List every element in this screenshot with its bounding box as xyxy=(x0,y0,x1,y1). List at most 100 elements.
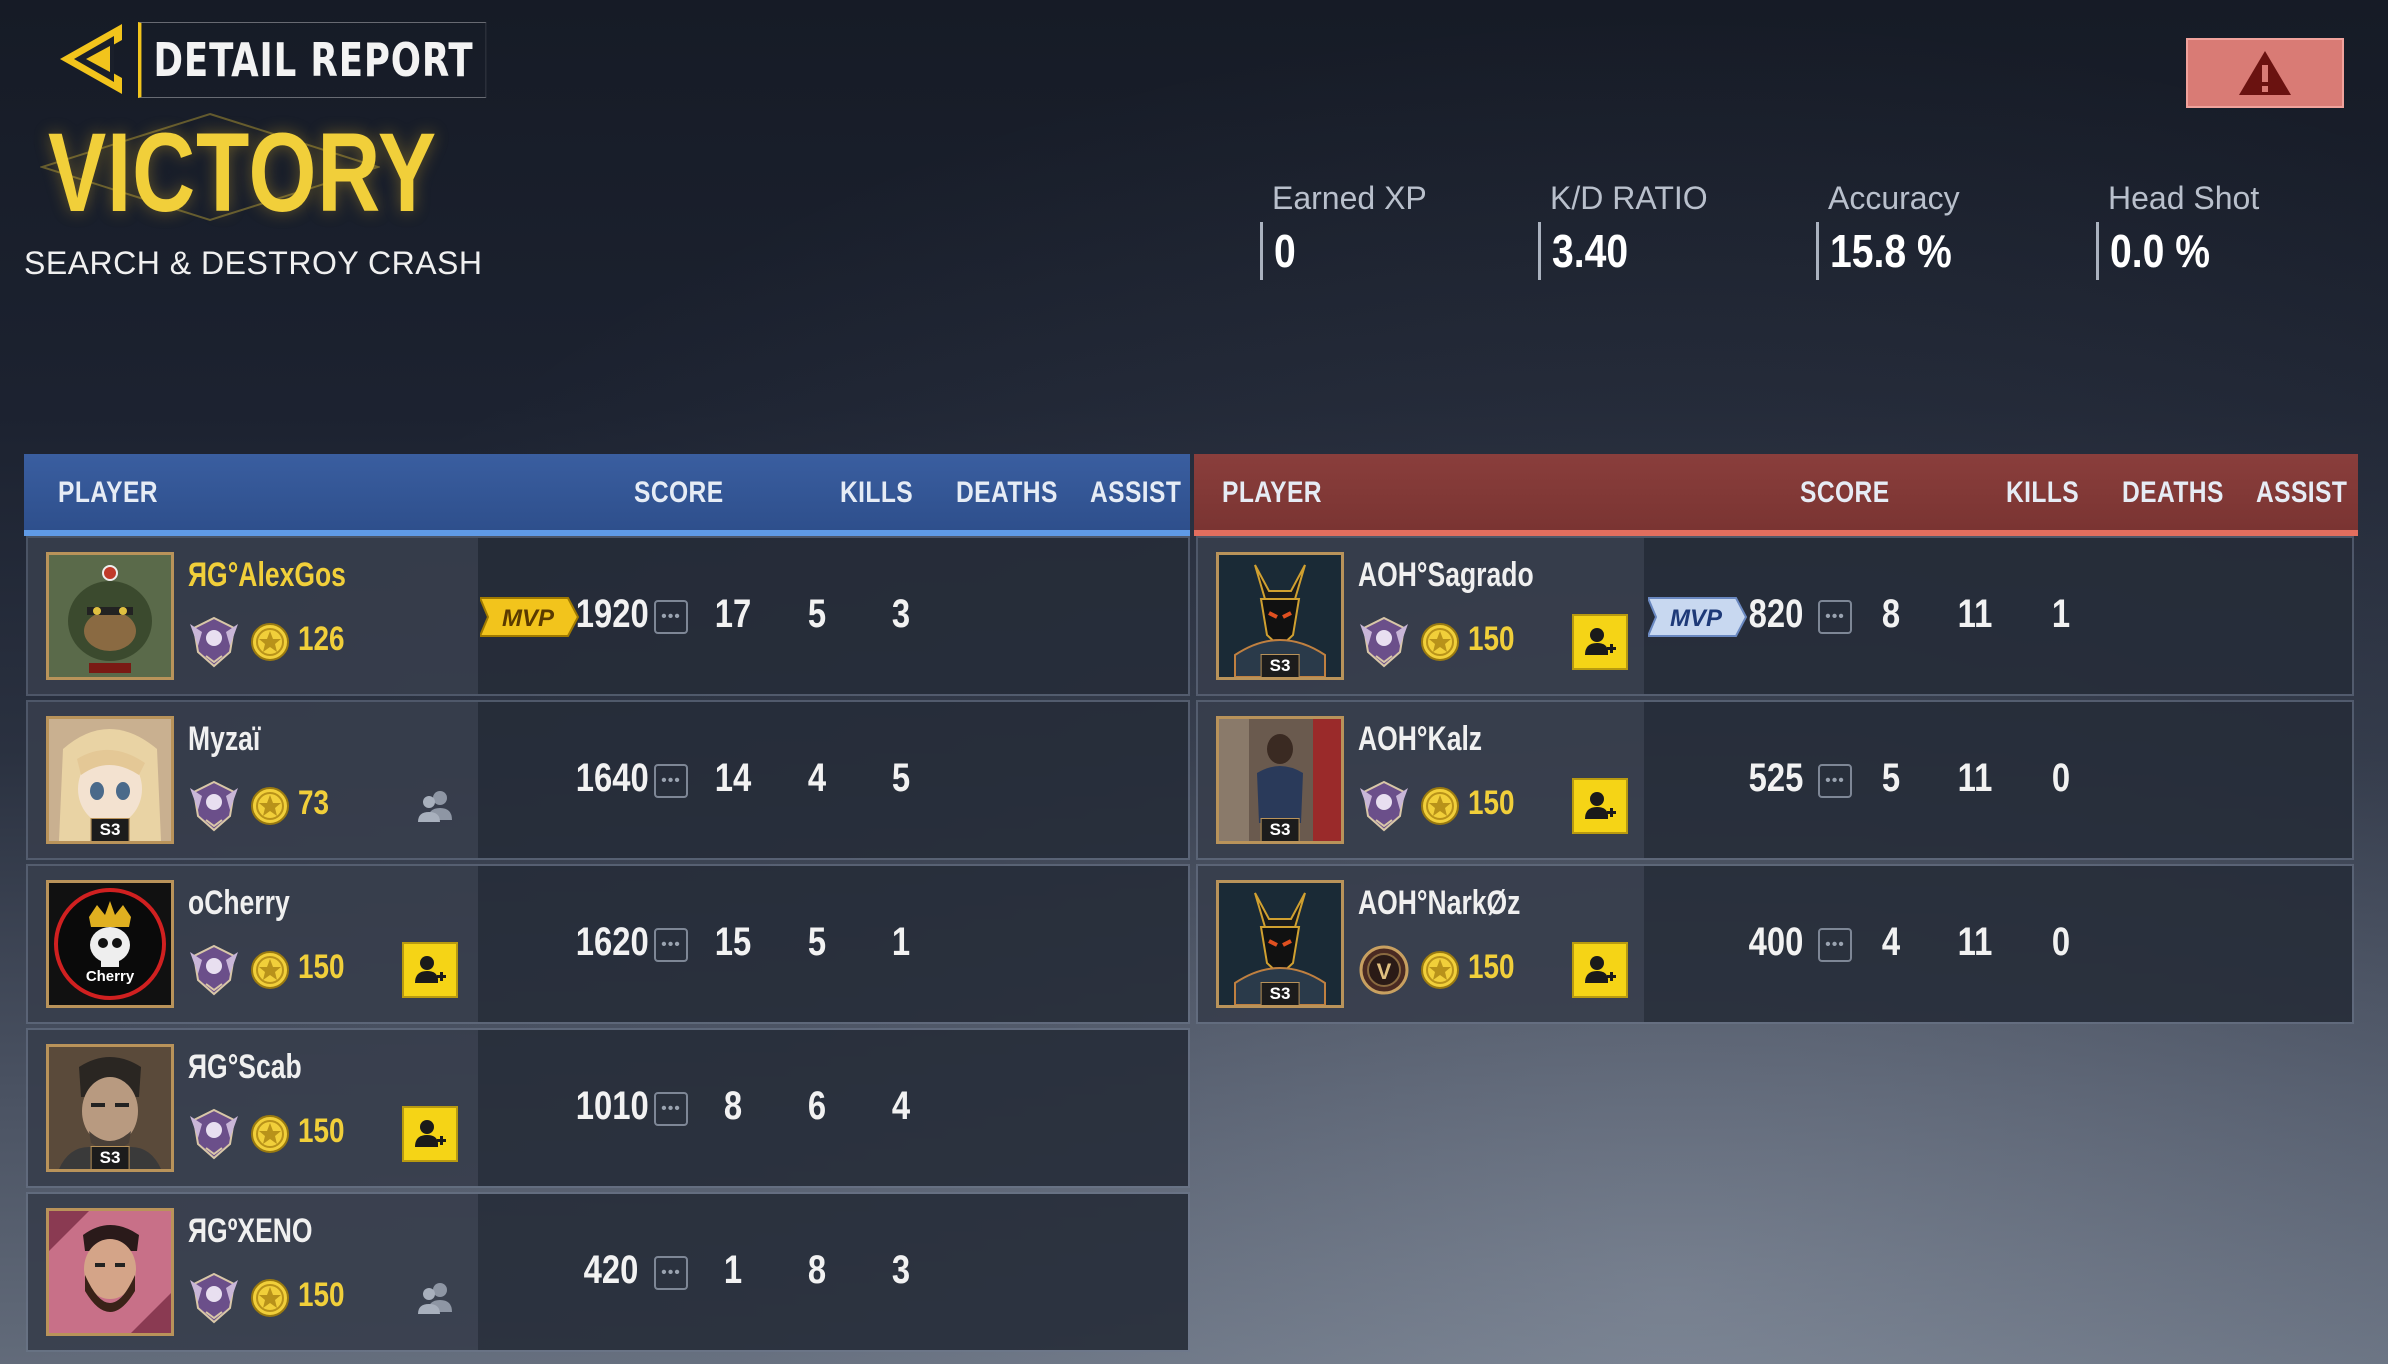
player-score: 420 xyxy=(583,1248,639,1292)
player-avatar[interactable]: S3 xyxy=(1216,552,1344,680)
season-badge: S3 xyxy=(1260,982,1300,1005)
more-options-button[interactable]: ••• xyxy=(654,928,688,962)
more-options-button[interactable]: ••• xyxy=(654,764,688,798)
player-stats-panel: MVP 1920 ••• 17 5 3 xyxy=(478,538,1188,694)
player-row: ЯGºXENO 150 420 ••• 1 8 3 xyxy=(26,1192,1190,1352)
level-star-icon xyxy=(1420,950,1460,990)
player-stats-panel: 1640 ••• 14 4 5 xyxy=(478,702,1188,858)
col-player: PLAYER xyxy=(58,476,158,509)
player-level: 150 xyxy=(1468,620,1515,658)
add-friend-button[interactable] xyxy=(402,942,458,998)
ellipsis-icon: ••• xyxy=(661,1100,681,1117)
col-assist: ASSIST xyxy=(2256,476,2348,509)
player-info-panel: S3 AOH°NarkØz V 150 xyxy=(1198,866,1644,1022)
stat-value: 3.40 xyxy=(1552,225,1629,277)
back-button[interactable] xyxy=(52,18,144,100)
player-info-panel: ЯGºXENO 150 xyxy=(28,1194,478,1350)
player-row: Cherry oCherry 150 1620 ••• 15 5 1 xyxy=(26,864,1190,1024)
rank-emblem-icon xyxy=(1358,776,1410,834)
more-options-button[interactable]: ••• xyxy=(1818,764,1852,798)
add-friend-button[interactable] xyxy=(402,1106,458,1162)
player-info-panel: S3 AOH°Sagrado 150 xyxy=(1198,538,1644,694)
stat-value: 0 xyxy=(1274,225,1296,277)
player-assist: 1 xyxy=(2051,592,2071,636)
player-row: S3 AOH°NarkØz V 150 400 ••• 4 11 0 xyxy=(1196,864,2354,1024)
level-star-icon xyxy=(250,950,290,990)
player-avatar[interactable]: S3 xyxy=(46,1044,174,1172)
ellipsis-icon: ••• xyxy=(661,772,681,789)
player-row: ЯG°AlexGos 126 MVP 1920 ••• 17 5 3 xyxy=(26,536,1190,696)
player-info-panel: S3 Myzaï 73 xyxy=(28,702,478,858)
more-options-button[interactable]: ••• xyxy=(654,1092,688,1126)
col-deaths: DEATHS xyxy=(956,476,1058,509)
player-kills: 8 xyxy=(723,1084,743,1128)
player-assist: 1 xyxy=(891,920,911,964)
col-score: SCORE xyxy=(634,476,724,509)
add-friend-button[interactable] xyxy=(1572,614,1628,670)
season-badge: S3 xyxy=(1260,818,1300,841)
back-arrow-icon xyxy=(60,24,122,94)
add-friend-button[interactable] xyxy=(1572,778,1628,834)
more-options-button[interactable]: ••• xyxy=(1818,928,1852,962)
player-avatar[interactable]: Cherry xyxy=(46,880,174,1008)
rank-emblem-icon xyxy=(188,1104,240,1162)
party-members-icon xyxy=(412,784,458,830)
more-options-button[interactable]: ••• xyxy=(1818,600,1852,634)
player-avatar[interactable] xyxy=(46,1208,174,1336)
player-row: S3 AOH°Kalz 150 525 ••• 5 11 0 xyxy=(1196,700,2354,860)
player-avatar[interactable]: S3 xyxy=(46,716,174,844)
ellipsis-icon: ••• xyxy=(1825,772,1845,789)
player-avatar[interactable]: S3 xyxy=(1216,880,1344,1008)
ellipsis-icon: ••• xyxy=(1825,608,1845,625)
svg-text:MVP: MVP xyxy=(502,605,555,632)
stat-value: 15.8 % xyxy=(1830,225,1952,277)
season-badge: S3 xyxy=(1260,654,1300,677)
player-kills: 1 xyxy=(723,1248,743,1292)
level-star-icon xyxy=(250,1278,290,1318)
player-score: 1640 xyxy=(575,756,649,800)
player-kills: 15 xyxy=(714,920,752,964)
col-assist: ASSIST xyxy=(1090,476,1182,509)
season-badge: S3 xyxy=(90,1146,130,1169)
player-name: ЯG°AlexGos xyxy=(188,556,346,594)
ellipsis-icon: ••• xyxy=(661,1264,681,1281)
warning-icon xyxy=(2239,51,2291,95)
add-friend-icon xyxy=(1585,956,1616,983)
player-stats-panel: 420 ••• 1 8 3 xyxy=(478,1194,1188,1350)
player-name: Myzaï xyxy=(188,720,261,758)
player-deaths: 5 xyxy=(807,592,827,636)
report-button[interactable] xyxy=(2186,38,2344,108)
page-title: DETAIL REPORT xyxy=(138,22,487,98)
level-star-icon xyxy=(250,1114,290,1154)
ellipsis-icon: ••• xyxy=(1825,936,1845,953)
mvp-badge: MVP xyxy=(1646,594,1748,640)
stat-divider xyxy=(2096,222,2099,280)
player-avatar[interactable] xyxy=(46,552,174,680)
player-level: 150 xyxy=(298,1276,345,1314)
mvp-badge: MVP xyxy=(478,594,580,640)
level-star-icon xyxy=(1420,786,1460,826)
player-deaths: 8 xyxy=(807,1248,827,1292)
player-name: ЯG°Scab xyxy=(188,1048,302,1086)
red-team-header: PLAYER SCORE KILLS DEATHS ASSIST xyxy=(1194,454,2358,536)
rank-emblem-icon xyxy=(188,776,240,834)
blue-team-header: PLAYER SCORE KILLS DEATHS ASSIST xyxy=(24,454,1190,536)
gorilla-avatar-icon xyxy=(49,555,171,677)
level-star-icon xyxy=(250,786,290,826)
add-friend-button[interactable] xyxy=(1572,942,1628,998)
player-kills: 14 xyxy=(714,756,752,800)
more-options-button[interactable]: ••• xyxy=(654,600,688,634)
stat-label: Earned XP xyxy=(1272,180,1427,216)
stat-label: Head Shot xyxy=(2108,180,2260,216)
player-score: 400 xyxy=(1748,920,1804,964)
skull-crown-avatar-icon: Cherry xyxy=(49,883,171,1005)
col-deaths: DEATHS xyxy=(2122,476,2224,509)
stat-label: Accuracy xyxy=(1828,180,1960,216)
player-avatar[interactable]: S3 xyxy=(1216,716,1344,844)
player-row: S3 AOH°Sagrado 150 MVP 820 ••• 8 11 1 xyxy=(1196,536,2354,696)
player-score: 1010 xyxy=(575,1084,649,1128)
more-options-button[interactable]: ••• xyxy=(654,1256,688,1290)
player-kills: 8 xyxy=(1881,592,1901,636)
bearded-avatar-icon xyxy=(49,1211,171,1333)
stat-label: K/D RATIO xyxy=(1550,180,1708,216)
